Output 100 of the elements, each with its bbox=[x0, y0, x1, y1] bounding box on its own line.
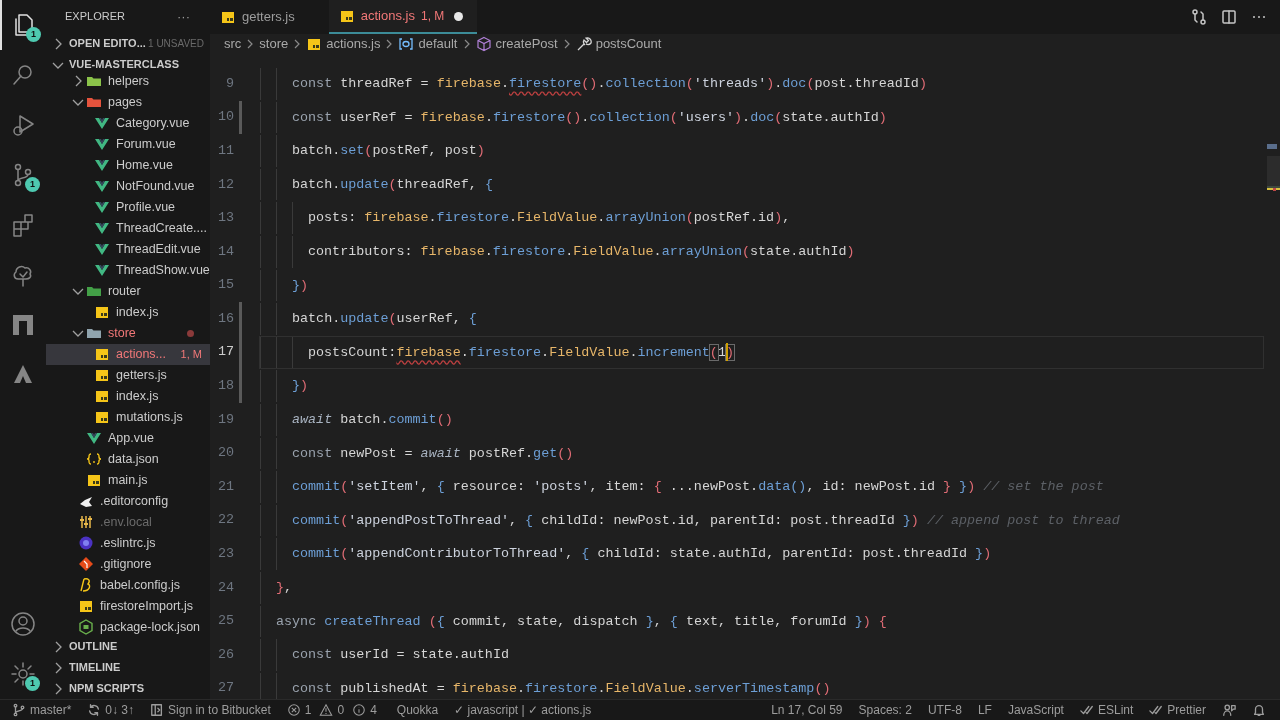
file-name[interactable]: firestoreImport.js bbox=[100, 596, 194, 616]
status-item[interactable]: UTF-8 bbox=[927, 701, 962, 719]
status-item[interactable]: master* bbox=[30, 701, 72, 719]
sync-icon[interactable] bbox=[87, 703, 102, 717]
status-item[interactable]: ESLint bbox=[1097, 701, 1134, 719]
status-item[interactable]: Sign in to Bitbucket bbox=[168, 701, 271, 719]
wrench-icon bbox=[575, 36, 592, 52]
code-line: }, bbox=[259, 570, 1264, 605]
line-number: 24 bbox=[216, 578, 234, 597]
line-number: 27 bbox=[216, 679, 234, 698]
code-line: commit('appendPostToThread', { childId: newPost.id, parentId: post.threadId }) // append post to thread bbox=[259, 503, 1264, 538]
breadcrumb-item[interactable]: actions.js bbox=[326, 34, 381, 54]
file-name[interactable]: Home.vue bbox=[116, 155, 173, 175]
tree-row[interactable]: getters.js bbox=[46, 364, 210, 386]
file-name[interactable]: main.js bbox=[108, 470, 148, 490]
line-number: 26 bbox=[216, 645, 234, 664]
problem-count[interactable]: 4 bbox=[370, 701, 377, 719]
vue-file-icon bbox=[94, 178, 110, 194]
breadcrumb-item[interactable]: default bbox=[418, 34, 458, 54]
file-name[interactable]: .editorconfig bbox=[100, 491, 169, 511]
js-file-icon bbox=[220, 9, 236, 25]
js-file-icon bbox=[338, 8, 355, 24]
file-name[interactable]: getters.js bbox=[116, 365, 167, 385]
eslint-file-icon bbox=[78, 535, 94, 551]
compare-changes-icon[interactable] bbox=[1190, 8, 1208, 26]
branch-icon[interactable] bbox=[12, 703, 26, 717]
breadcrumb-item[interactable]: postsCount bbox=[595, 34, 662, 54]
folder-name[interactable]: pages bbox=[108, 92, 143, 112]
file-name[interactable]: ThreadCreate.... bbox=[116, 218, 207, 238]
section-header[interactable]: TIMELINE bbox=[69, 659, 121, 676]
breadcrumb-item[interactable]: createPost bbox=[495, 34, 558, 54]
file-name[interactable]: .gitignore bbox=[100, 554, 152, 574]
tree-row[interactable]: mutations.js bbox=[46, 406, 210, 428]
status-item[interactable]: JavaScript bbox=[1007, 701, 1064, 719]
file-name[interactable]: Category.vue bbox=[116, 113, 190, 133]
double-check-icon[interactable] bbox=[1149, 703, 1164, 717]
file-name[interactable]: data.json bbox=[108, 449, 159, 469]
js-file-icon bbox=[94, 367, 110, 383]
problem-count[interactable]: 1 bbox=[304, 701, 312, 719]
vue-file-icon bbox=[94, 220, 110, 236]
more-actions-button[interactable]: ··· bbox=[177, 6, 190, 27]
line-number: 18 bbox=[216, 377, 234, 396]
file-name[interactable]: Profile.vue bbox=[116, 197, 176, 217]
split-editor-icon[interactable] bbox=[1220, 8, 1238, 26]
file-name[interactable]: actions... bbox=[116, 344, 167, 364]
breadcrumb-item[interactable]: store bbox=[259, 34, 289, 54]
code-line: posts: firebase.firestore.FieldValue.arrayUnion(postRef.id), bbox=[259, 201, 1264, 235]
file-name[interactable]: package-lock.json bbox=[100, 617, 201, 636]
section-header[interactable]: VUE-MASTERCLASS bbox=[69, 56, 179, 73]
line-number: 16 bbox=[216, 309, 234, 328]
file-name[interactable]: .eslintrc.js bbox=[100, 533, 156, 553]
code-line: commit('setItem', { resource: 'posts', item: { ...newPost.data(), id: newPost.id } }) // set the post bbox=[259, 470, 1264, 504]
code-line: contributors: firebase.firestore.FieldValue.arrayUnion(state.authId) bbox=[259, 234, 1264, 269]
js-file-icon bbox=[78, 598, 94, 614]
status-item[interactable]: Spaces: 2 bbox=[858, 701, 912, 719]
code-line: commit('appendContributorToThread', { childId: state.authId, parentId: post.threadId }) bbox=[259, 537, 1264, 571]
status-item[interactable]: 0↓ 3↑ bbox=[105, 701, 135, 719]
breadcrumb-item[interactable]: src bbox=[224, 34, 242, 54]
status-item[interactable]: Ln 17, Col 59 bbox=[771, 701, 843, 719]
vue-file-icon bbox=[94, 157, 110, 173]
section-header[interactable]: NPM SCRIPTS bbox=[69, 680, 145, 697]
warning-icon[interactable] bbox=[319, 703, 334, 717]
code-line: const threadRef = firebase.firestore().collection('threads').doc(post.threadId) bbox=[259, 67, 1264, 101]
file-name[interactable]: mutations.js bbox=[116, 407, 183, 427]
file-name[interactable]: index.js bbox=[116, 386, 159, 406]
file-name[interactable]: babel.config.js bbox=[100, 575, 180, 595]
status-item[interactable]: Prettier bbox=[1167, 701, 1206, 719]
folder-name[interactable]: helpers bbox=[108, 75, 149, 91]
error-icon[interactable] bbox=[286, 703, 301, 717]
file-name[interactable]: Forum.vue bbox=[116, 134, 176, 154]
folder-name[interactable]: store bbox=[108, 323, 136, 343]
status-item[interactable]: Quokka bbox=[396, 701, 439, 719]
minimap-drawing bbox=[1264, 144, 1280, 194]
file-name[interactable]: ThreadEdit.vue bbox=[116, 239, 201, 259]
section-header[interactable]: OPEN EDITO... bbox=[69, 35, 146, 52]
tree-row[interactable]: actions... 1, M bbox=[46, 343, 210, 365]
file-name[interactable]: ThreadShow.vue bbox=[116, 260, 210, 280]
notification-badge: 1 bbox=[26, 27, 41, 42]
file-name[interactable]: App.vue bbox=[108, 428, 154, 448]
file-name[interactable]: NotFound.vue bbox=[116, 176, 195, 196]
section-header[interactable]: OUTLINE bbox=[69, 638, 118, 655]
problem-count[interactable]: 0 bbox=[337, 701, 345, 719]
line-number: 15 bbox=[216, 276, 234, 295]
line-number: 22 bbox=[216, 511, 234, 530]
editor-tab[interactable]: actions.js 1, M bbox=[328, 0, 478, 34]
notification-bell-icon[interactable] bbox=[1252, 703, 1266, 717]
editor-tab[interactable]: getters.js bbox=[210, 0, 329, 34]
info-icon[interactable] bbox=[352, 703, 367, 717]
status-item[interactable]: ✓ javascript | ✓ actions.js bbox=[454, 701, 592, 719]
double-check-icon[interactable] bbox=[1079, 703, 1094, 717]
file-status: 1, M bbox=[179, 346, 202, 362]
line-number: 12 bbox=[216, 175, 234, 194]
notification-badge: 1 bbox=[25, 676, 40, 691]
file-name[interactable]: index.js bbox=[116, 302, 159, 322]
cube-icon bbox=[475, 36, 492, 52]
status-item[interactable]: LF bbox=[977, 701, 992, 719]
tree-row[interactable]: index.js bbox=[46, 385, 210, 407]
line-number: 19 bbox=[216, 410, 234, 429]
folder-name[interactable]: router bbox=[108, 281, 141, 301]
feedback-icon[interactable] bbox=[1222, 703, 1236, 717]
